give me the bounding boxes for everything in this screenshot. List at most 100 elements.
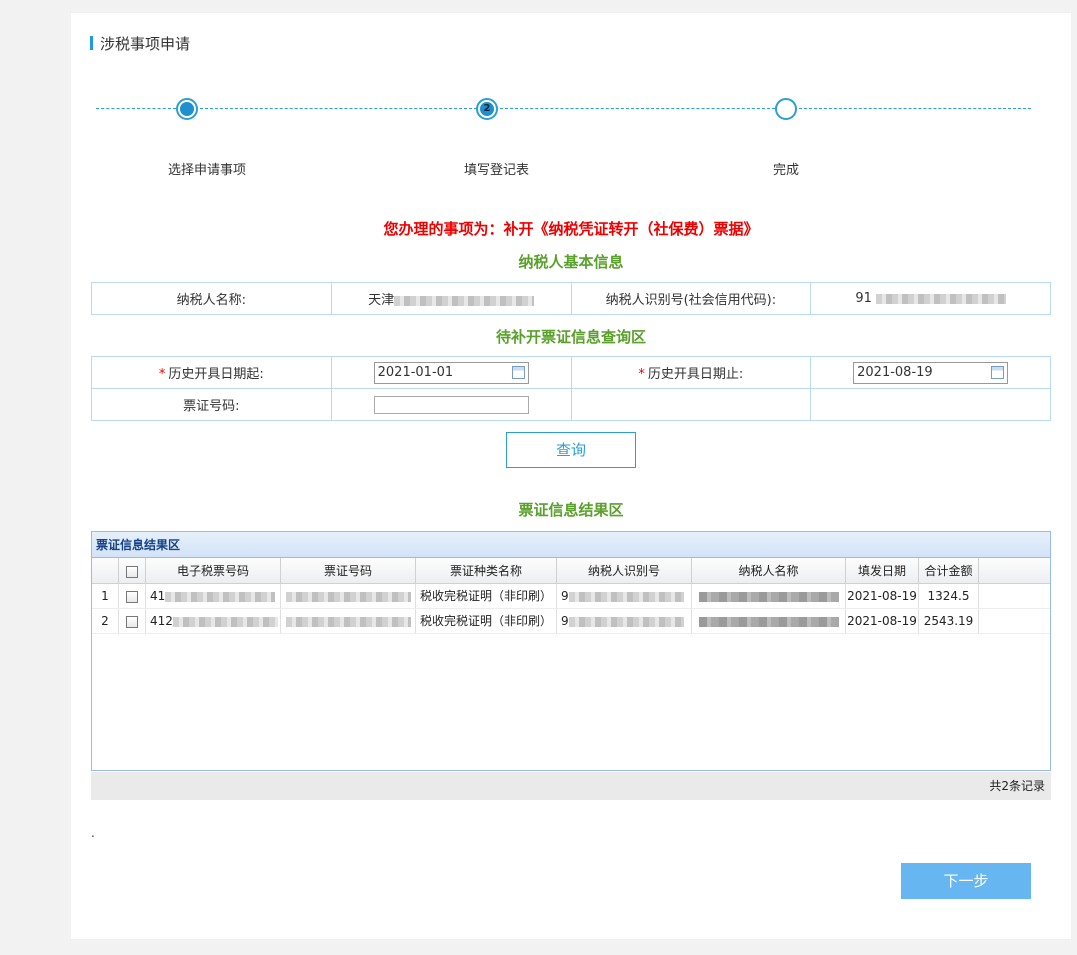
page-title: 涉税事项申请 [90, 34, 191, 53]
redacted-block [285, 591, 411, 602]
empty-cell [570, 388, 812, 421]
grid-header-row: 电子税票号码 票证号码 票证种类名称 纳税人识别号 纳税人名称 填发日期 合计金… [92, 558, 1050, 584]
end-date-cell: 2021-08-19 [810, 356, 1051, 389]
query-table: * 历史开具日期起: 2021-01-01 * 历史开具日期止: 2021-08-1… [91, 356, 1051, 421]
result-grid: 票证信息结果区 电子税票号码 票证号码 票证种类名称 纳税人识别号 纳税人名称 … [91, 531, 1051, 771]
end-date-input[interactable]: 2021-08-19 [853, 361, 1009, 384]
total-amount: 2543.19 [919, 609, 979, 633]
page-title-text: 涉税事项申请 [100, 34, 191, 53]
taxpayer-id: 9 [557, 609, 692, 633]
row-checkbox[interactable] [126, 615, 138, 628]
tax-ticket-number-text: 41 [150, 589, 166, 603]
column-header[interactable]: 票证号码 [281, 558, 416, 583]
result-section-title: 票证信息结果区 [518, 501, 624, 519]
step-1-label: 选择申请事项 [168, 163, 247, 178]
main-panel: 涉税事项申请 2 选择申请事项 填写登记表 完成 您办理的事项为：补开《纳税凭证… [71, 13, 1071, 939]
calendar-icon[interactable] [511, 365, 525, 379]
taxpayer-id-text: 9 [561, 614, 569, 628]
end-date-label-text: 历史开具日期止: [647, 367, 744, 382]
table-row[interactable]: 1 41 税收完税证明（非印刷） 9 2021-08-19 1324.5 [92, 584, 1050, 609]
column-header[interactable]: 电子税票号码 [146, 558, 281, 583]
select-all-cell [119, 558, 146, 583]
column-header[interactable]: 票证种类名称 [416, 558, 557, 583]
basic-info-title: 纳税人基本信息 [518, 253, 624, 271]
start-date-value: 2021-01-01 [377, 364, 454, 380]
step-1-circle [176, 98, 198, 120]
column-header[interactable]: 合计金额 [919, 558, 979, 583]
tax-ticket-number-text: 412 [150, 614, 173, 628]
ticket-number [281, 584, 416, 608]
dot-text: . [91, 826, 95, 840]
matter-title: 您办理的事项为：补开《纳税凭证转开（社保费）票据》 [383, 220, 759, 238]
record-count: 共2条记录 [989, 779, 1045, 793]
taxpayer-id-text: 91 [855, 291, 872, 306]
issue-date: 2021-08-19 [846, 584, 919, 608]
step-line [96, 108, 176, 109]
taxpayer-id-label: 纳税人识别号(社会信用代码): [570, 282, 812, 315]
row-checkbox[interactable] [126, 590, 138, 603]
row-select-cell [119, 609, 146, 633]
step-3-circle [775, 98, 797, 120]
basic-info-table: 纳税人名称: 天津 纳税人识别号(社会信用代码): 91 [91, 282, 1051, 315]
redacted-block [875, 293, 1006, 304]
next-step-button[interactable]: 下一步 [901, 863, 1031, 899]
start-date-input[interactable]: 2021-01-01 [373, 361, 529, 384]
ticket-number-label: 票证号码: [91, 388, 332, 421]
column-header[interactable]: 纳税人名称 [692, 558, 846, 583]
step-line [200, 108, 477, 109]
step-2-number: 2 [480, 102, 494, 116]
redacted-block [285, 616, 411, 627]
row-number: 1 [92, 584, 119, 608]
ticket-type: 税收完税证明（非印刷） [416, 609, 557, 633]
taxpayer-name [692, 609, 846, 633]
column-header[interactable]: 纳税人识别号 [557, 558, 692, 583]
total-amount: 1324.5 [919, 584, 979, 608]
taxpayer-name-text: 天津 [368, 293, 395, 308]
required-mark: * [158, 367, 166, 382]
step-2-label: 填写登记表 [464, 163, 530, 178]
ticket-type: 税收完税证明（非印刷） [416, 584, 557, 608]
table-row[interactable]: 2 412 税收完税证明（非印刷） 9 2021-08-19 2543.19 [92, 609, 1050, 634]
step-line [500, 108, 775, 109]
end-date-value: 2021-08-19 [857, 364, 933, 380]
issue-date: 2021-08-19 [846, 609, 919, 633]
step-line [799, 108, 1031, 109]
tax-ticket-number: 412 [146, 609, 281, 633]
rownum-header [92, 558, 119, 583]
query-button[interactable]: 查询 [506, 432, 636, 468]
taxpayer-name-label: 纳税人名称: [91, 282, 332, 315]
redacted-block [698, 591, 839, 602]
taxpayer-name [692, 584, 846, 608]
taxpayer-id-text: 9 [561, 589, 569, 603]
step-2-circle: 2 [476, 98, 498, 120]
query-section-title: 待补开票证信息查询区 [495, 328, 646, 346]
ticket-number-cell [330, 388, 572, 421]
row-number: 2 [92, 609, 119, 633]
ticket-number [281, 609, 416, 633]
taxpayer-id-value: 91 [810, 282, 1051, 315]
redacted-block [698, 616, 839, 627]
step-3-label: 完成 [773, 163, 800, 178]
start-date-label: * 历史开具日期起: [91, 356, 332, 389]
title-marker [90, 36, 93, 50]
redacted-block [165, 591, 276, 602]
taxpayer-name-value: 天津 [330, 282, 572, 315]
end-date-label: * 历史开具日期止: [570, 356, 812, 389]
start-date-cell: 2021-01-01 [330, 356, 572, 389]
grid-footer: 共2条记录 [91, 772, 1051, 800]
redacted-block [394, 295, 535, 306]
column-header[interactable]: 填发日期 [846, 558, 919, 583]
empty-cell [810, 388, 1051, 421]
redacted-block [568, 616, 684, 627]
redacted-block [172, 616, 278, 627]
taxpayer-id: 9 [557, 584, 692, 608]
redacted-block [568, 591, 684, 602]
required-mark: * [638, 367, 645, 382]
calendar-icon[interactable] [991, 365, 1005, 379]
ticket-number-input[interactable] [373, 395, 529, 414]
tax-ticket-number: 41 [146, 584, 281, 608]
select-all-checkbox[interactable] [126, 565, 138, 578]
row-select-cell [119, 584, 146, 608]
start-date-label-text: 历史开具日期起: [168, 367, 264, 382]
grid-title: 票证信息结果区 [92, 532, 1050, 558]
